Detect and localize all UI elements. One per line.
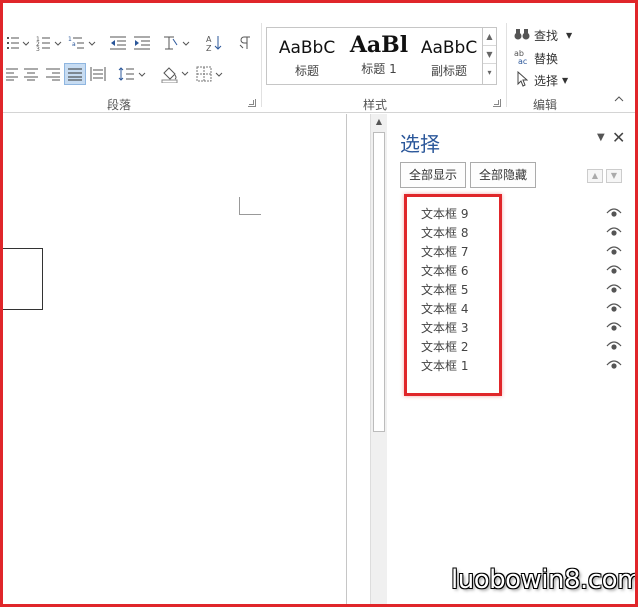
style-title[interactable]: AaBbC 标题 xyxy=(271,28,343,84)
show-all-button[interactable]: 全部显示 xyxy=(400,162,467,188)
borders-icon xyxy=(196,66,223,82)
paragraph-group-label: 段落 xyxy=(107,98,132,112)
paragraph-mark-icon xyxy=(239,36,250,49)
align-right-button[interactable] xyxy=(43,63,63,85)
styles-gallery: AaBbC 标题 AaBl 标题 1 AaBbC 副标题 ▲ ▼ ▾ xyxy=(266,27,497,85)
group-divider xyxy=(506,23,507,107)
eye-icon[interactable] xyxy=(606,283,622,295)
styles-dialog-launcher[interactable] xyxy=(493,99,501,107)
align-right-icon xyxy=(46,68,60,81)
decrease-indent-icon xyxy=(110,36,126,50)
style-title-sample: AaBbC xyxy=(278,38,336,58)
select-dropdown-icon: ▼ xyxy=(562,75,569,85)
select-label: 选择 xyxy=(534,73,559,88)
numbering-icon: 123 xyxy=(36,36,62,51)
replace-icon: ab ac xyxy=(514,49,530,68)
eye-icon[interactable] xyxy=(606,245,622,257)
replace-label: 替换 xyxy=(534,51,559,66)
paragraph-dialog-launcher[interactable] xyxy=(248,99,256,107)
chinese-layout-button[interactable] xyxy=(161,32,191,54)
style-heading-1-name: 标题 1 xyxy=(361,62,397,76)
margin-corner-mark xyxy=(239,197,261,215)
styles-group-label: 样式 xyxy=(363,98,388,112)
find-dropdown-icon: ▼ xyxy=(566,30,573,40)
hide-all-button[interactable]: 全部隐藏 xyxy=(470,162,537,188)
style-heading-1-sample: AaBl xyxy=(349,32,409,58)
scroll-thumb[interactable] xyxy=(373,132,385,432)
line-spacing-icon xyxy=(118,67,146,81)
multilevel-list-icon: 1a xyxy=(68,36,96,49)
scroll-up-arrow-icon[interactable]: ▲ xyxy=(373,116,385,128)
gallery-up-arrow-icon[interactable]: ▲ xyxy=(483,28,496,46)
shading-button[interactable] xyxy=(160,63,190,85)
line-spacing-button[interactable] xyxy=(117,63,147,85)
group-divider xyxy=(261,23,262,107)
justify-button[interactable] xyxy=(64,63,86,85)
sort-button[interactable]: AZ xyxy=(204,32,224,54)
collapse-ribbon-icon[interactable] xyxy=(611,92,627,106)
binoculars-icon xyxy=(514,27,530,44)
svg-text:3: 3 xyxy=(36,46,40,51)
increase-indent-button[interactable] xyxy=(132,32,154,54)
text-box-shape[interactable] xyxy=(3,248,43,310)
find-button[interactable]: 查找 ▼ xyxy=(514,25,572,45)
justify-icon xyxy=(68,68,82,81)
eye-icon[interactable] xyxy=(606,302,622,314)
bring-forward-icon[interactable]: ▲ xyxy=(587,169,603,183)
eye-icon[interactable] xyxy=(606,207,622,219)
svg-text:a: a xyxy=(72,41,76,48)
cursor-icon xyxy=(514,70,530,90)
style-subtitle[interactable]: AaBbC 副标题 xyxy=(413,28,485,84)
svg-text:ac: ac xyxy=(518,57,527,65)
eye-icon[interactable] xyxy=(606,340,622,352)
eye-icon[interactable] xyxy=(606,264,622,276)
document-scrollbar[interactable]: ▲ xyxy=(370,114,387,604)
ribbon: 123 1a AZ 段落 AaBbC 标题 AaBl 标题 1 AaBbC 副标… xyxy=(3,3,635,113)
multilevel-list-button[interactable]: 1a xyxy=(67,32,99,54)
decrease-indent-button[interactable] xyxy=(108,32,130,54)
bullets-icon xyxy=(7,37,29,49)
selection-pane: 选择 ▼ ✕ 全部显示 全部隐藏 ▲ ▼ 文本框 9 文本框 8 文本框 7 文… xyxy=(388,114,635,604)
increase-indent-icon xyxy=(134,36,150,50)
svg-text:Z: Z xyxy=(206,44,212,52)
pane-title: 选择 xyxy=(400,132,440,156)
find-label: 查找 xyxy=(534,28,559,43)
bullets-button[interactable] xyxy=(5,32,31,54)
watermark: luobowin8.com xyxy=(451,565,638,595)
sort-icon: AZ xyxy=(206,35,222,52)
gallery-down-arrow-icon[interactable]: ▼ xyxy=(483,46,496,64)
align-center-button[interactable] xyxy=(21,63,41,85)
document-page[interactable] xyxy=(3,114,347,604)
distributed-icon xyxy=(90,67,106,81)
style-subtitle-name: 副标题 xyxy=(430,64,467,78)
distributed-button[interactable] xyxy=(88,63,108,85)
eye-icon[interactable] xyxy=(606,321,622,333)
pane-close-icon[interactable]: ✕ xyxy=(612,128,625,147)
eye-icon[interactable] xyxy=(606,359,622,371)
style-heading-1[interactable]: AaBl 标题 1 xyxy=(343,28,415,84)
send-backward-icon[interactable]: ▼ xyxy=(606,169,622,183)
align-center-icon xyxy=(24,68,38,81)
paint-bucket-icon xyxy=(161,67,189,83)
pane-options-icon[interactable]: ▼ xyxy=(597,132,605,143)
gallery-scroll: ▲ ▼ ▾ xyxy=(482,28,496,84)
editing-group-label: 编辑 xyxy=(533,98,558,112)
screenshot-frame: 123 1a AZ 段落 AaBbC 标题 AaBl 标题 1 AaBbC 副标… xyxy=(0,0,638,607)
numbering-button[interactable]: 123 xyxy=(35,32,65,54)
style-title-name: 标题 xyxy=(294,64,319,78)
show-marks-button[interactable] xyxy=(235,32,255,54)
document-area xyxy=(3,114,370,604)
align-left-icon xyxy=(6,68,18,81)
select-button[interactable]: 选择 ▼ xyxy=(514,70,568,90)
borders-button[interactable] xyxy=(195,63,225,85)
highlight-box xyxy=(404,194,502,396)
replace-button[interactable]: ab ac 替换 xyxy=(514,48,558,68)
chinese-layout-icon xyxy=(164,36,190,50)
align-left-button[interactable] xyxy=(5,63,19,85)
svg-text:A: A xyxy=(206,35,212,44)
style-subtitle-sample: AaBbC xyxy=(420,38,478,58)
gallery-more-icon[interactable]: ▾ xyxy=(483,64,496,82)
eye-icon[interactable] xyxy=(606,226,622,238)
